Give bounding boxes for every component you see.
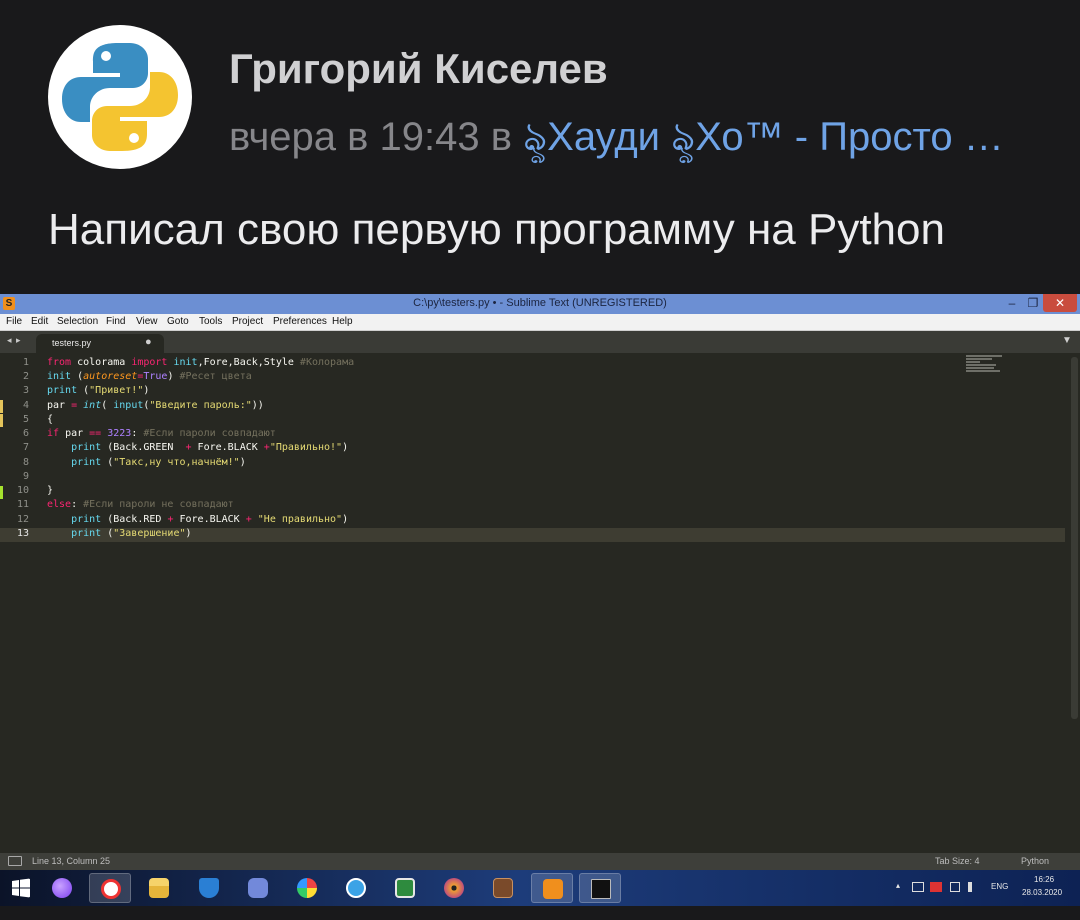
desktop-screenshot[interactable]: S C:\py\testers.py • - Sublime Text (UNR… [0, 294, 1080, 906]
taskbar-paint[interactable] [286, 873, 328, 903]
game-character-icon [493, 878, 513, 898]
taskbar-discord[interactable] [237, 873, 279, 903]
line-number: 2 [22, 371, 29, 382]
start-button[interactable] [0, 873, 42, 903]
terminal-icon [591, 879, 611, 899]
vertical-scrollbar[interactable] [1071, 357, 1078, 719]
line-number-current: 13 [16, 528, 29, 539]
line-number: 4 [22, 400, 29, 411]
taskbar-alice[interactable] [41, 873, 83, 903]
code-line[interactable]: } [47, 485, 53, 496]
menu-goto[interactable]: Goto [167, 316, 189, 327]
group-link[interactable]: ৡХауди ৡХо™ - Просто … [523, 115, 1004, 159]
line-number: 10 [16, 485, 29, 496]
tab-dropdown-icon[interactable]: ▼ [1062, 335, 1072, 346]
taskbar-windows-defender[interactable] [188, 873, 230, 903]
line-number: 1 [22, 357, 29, 368]
taskbar-sublime-text[interactable] [531, 873, 573, 903]
line-number: 7 [22, 442, 29, 453]
menu-help[interactable]: Help [332, 316, 353, 327]
notification-flag-icon[interactable] [930, 882, 942, 892]
line-number: 11 [16, 499, 29, 510]
unsaved-dot-icon[interactable]: ● [145, 336, 152, 348]
alice-assistant-icon [52, 878, 72, 898]
taskbar-media-player[interactable] [433, 873, 475, 903]
folder-icon [149, 878, 169, 898]
code-line[interactable]: print ("Такс,ну что,начнём!") [47, 457, 246, 468]
minimap[interactable] [966, 355, 1006, 375]
taskbar-game[interactable] [482, 873, 524, 903]
input-language[interactable]: ENG [991, 882, 1008, 891]
clock-date[interactable]: 28.03.2020 [1022, 888, 1062, 897]
code-line[interactable]: print (Back.GREEN + Fore.BLACK +"Правиль… [47, 442, 348, 453]
green-app-icon [395, 878, 415, 898]
discord-icon [248, 878, 268, 898]
menu-preferences[interactable]: Preferences [273, 316, 327, 327]
line-number: 3 [22, 385, 29, 396]
tab-label: testers.py [52, 338, 92, 348]
menu-tools[interactable]: Tools [199, 316, 222, 327]
code-line[interactable]: if par == 3223: #Если пароли совпадают [47, 428, 276, 439]
menu-find[interactable]: Find [106, 316, 125, 327]
minimize-button[interactable]: – [1001, 294, 1023, 312]
post-text: Написал свою первую программу на Python [48, 205, 945, 254]
menu-bar: File Edit Selection Find View Goto Tools… [0, 314, 1080, 331]
taskbar-utorrent[interactable] [335, 873, 377, 903]
status-bar: Line 13, Column 25 Tab Size: 4 Python [0, 853, 1080, 870]
sublime-text-icon [543, 879, 563, 899]
volume-icon[interactable] [968, 882, 980, 892]
network-icon[interactable] [912, 882, 924, 892]
tray-expand-icon[interactable]: ▴ [896, 881, 900, 890]
menu-edit[interactable]: Edit [31, 316, 48, 327]
yandex-browser-icon [101, 879, 121, 899]
taskbar-app-green[interactable] [384, 873, 426, 903]
line-number: 5 [22, 414, 29, 425]
window-title: C:\py\testers.py • - Sublime Text (UNREG… [413, 297, 667, 309]
tab-nav-arrows-icon[interactable]: ◂ ▸ [7, 335, 22, 346]
author-avatar[interactable] [48, 25, 192, 169]
menu-view[interactable]: View [136, 316, 158, 327]
code-line[interactable]: print ("Привет!") [47, 385, 149, 396]
panel-toggle-icon[interactable] [8, 856, 22, 866]
code-line[interactable]: init (autoreset=True) #Ресет цвета [47, 371, 252, 382]
menu-selection[interactable]: Selection [57, 316, 98, 327]
line-number: 6 [22, 428, 29, 439]
clock-time[interactable]: 16:26 [1034, 875, 1054, 884]
taskbar-file-explorer[interactable] [138, 873, 180, 903]
code-line[interactable]: print ("Завершение") [47, 528, 191, 539]
media-disc-icon [444, 878, 464, 898]
shield-icon [199, 878, 219, 898]
utorrent-icon [346, 878, 366, 898]
code-line[interactable]: print (Back.RED + Fore.BLACK + "Не прави… [47, 514, 348, 525]
windows-taskbar: ▴ ENG 16:26 28.03.2020 [0, 870, 1080, 906]
taskbar-yandex-browser[interactable] [89, 873, 131, 903]
menu-file[interactable]: File [6, 316, 22, 327]
post-time: вчера в 19:43 в [229, 115, 524, 159]
cursor-position: Line 13, Column 25 [32, 856, 111, 866]
taskbar-command-prompt[interactable] [579, 873, 621, 903]
window-titlebar[interactable]: S C:\py\testers.py • - Sublime Text (UNR… [0, 294, 1080, 314]
menu-project[interactable]: Project [232, 316, 263, 327]
maximize-button[interactable]: ❐ [1024, 294, 1042, 312]
code-line[interactable]: par = int( input("Введите пароль:")) [47, 400, 264, 411]
line-number: 8 [22, 457, 29, 468]
line-number: 12 [16, 514, 29, 525]
close-button[interactable]: ✕ [1043, 294, 1077, 312]
post-meta: вчера в 19:43 в ৡХауди ৡХо™ - Просто … [229, 105, 1004, 172]
code-line[interactable]: else: #Если пароли не совпадают [47, 499, 234, 510]
author-name[interactable]: Григорий Киселев [229, 45, 608, 93]
line-number: 9 [22, 471, 29, 482]
code-line[interactable]: { [47, 414, 53, 425]
tab-bar: ◂ ▸ testers.py ● ▼ [0, 331, 1080, 353]
tab-size-selector[interactable]: Tab Size: 4 [935, 856, 980, 866]
syntax-selector[interactable]: Python [1021, 856, 1049, 866]
python-logo-icon [62, 43, 178, 151]
windows-logo-icon [12, 878, 30, 898]
code-editor[interactable]: 1 2 3 4 5 6 7 8 9 10 11 12 13 from color… [0, 353, 1080, 853]
palette-icon [297, 878, 317, 898]
code-line[interactable]: from colorama import init,Fore,Back,Styl… [47, 357, 354, 368]
tab-testers-py[interactable]: testers.py ● [36, 334, 164, 353]
battery-icon[interactable] [950, 882, 960, 892]
